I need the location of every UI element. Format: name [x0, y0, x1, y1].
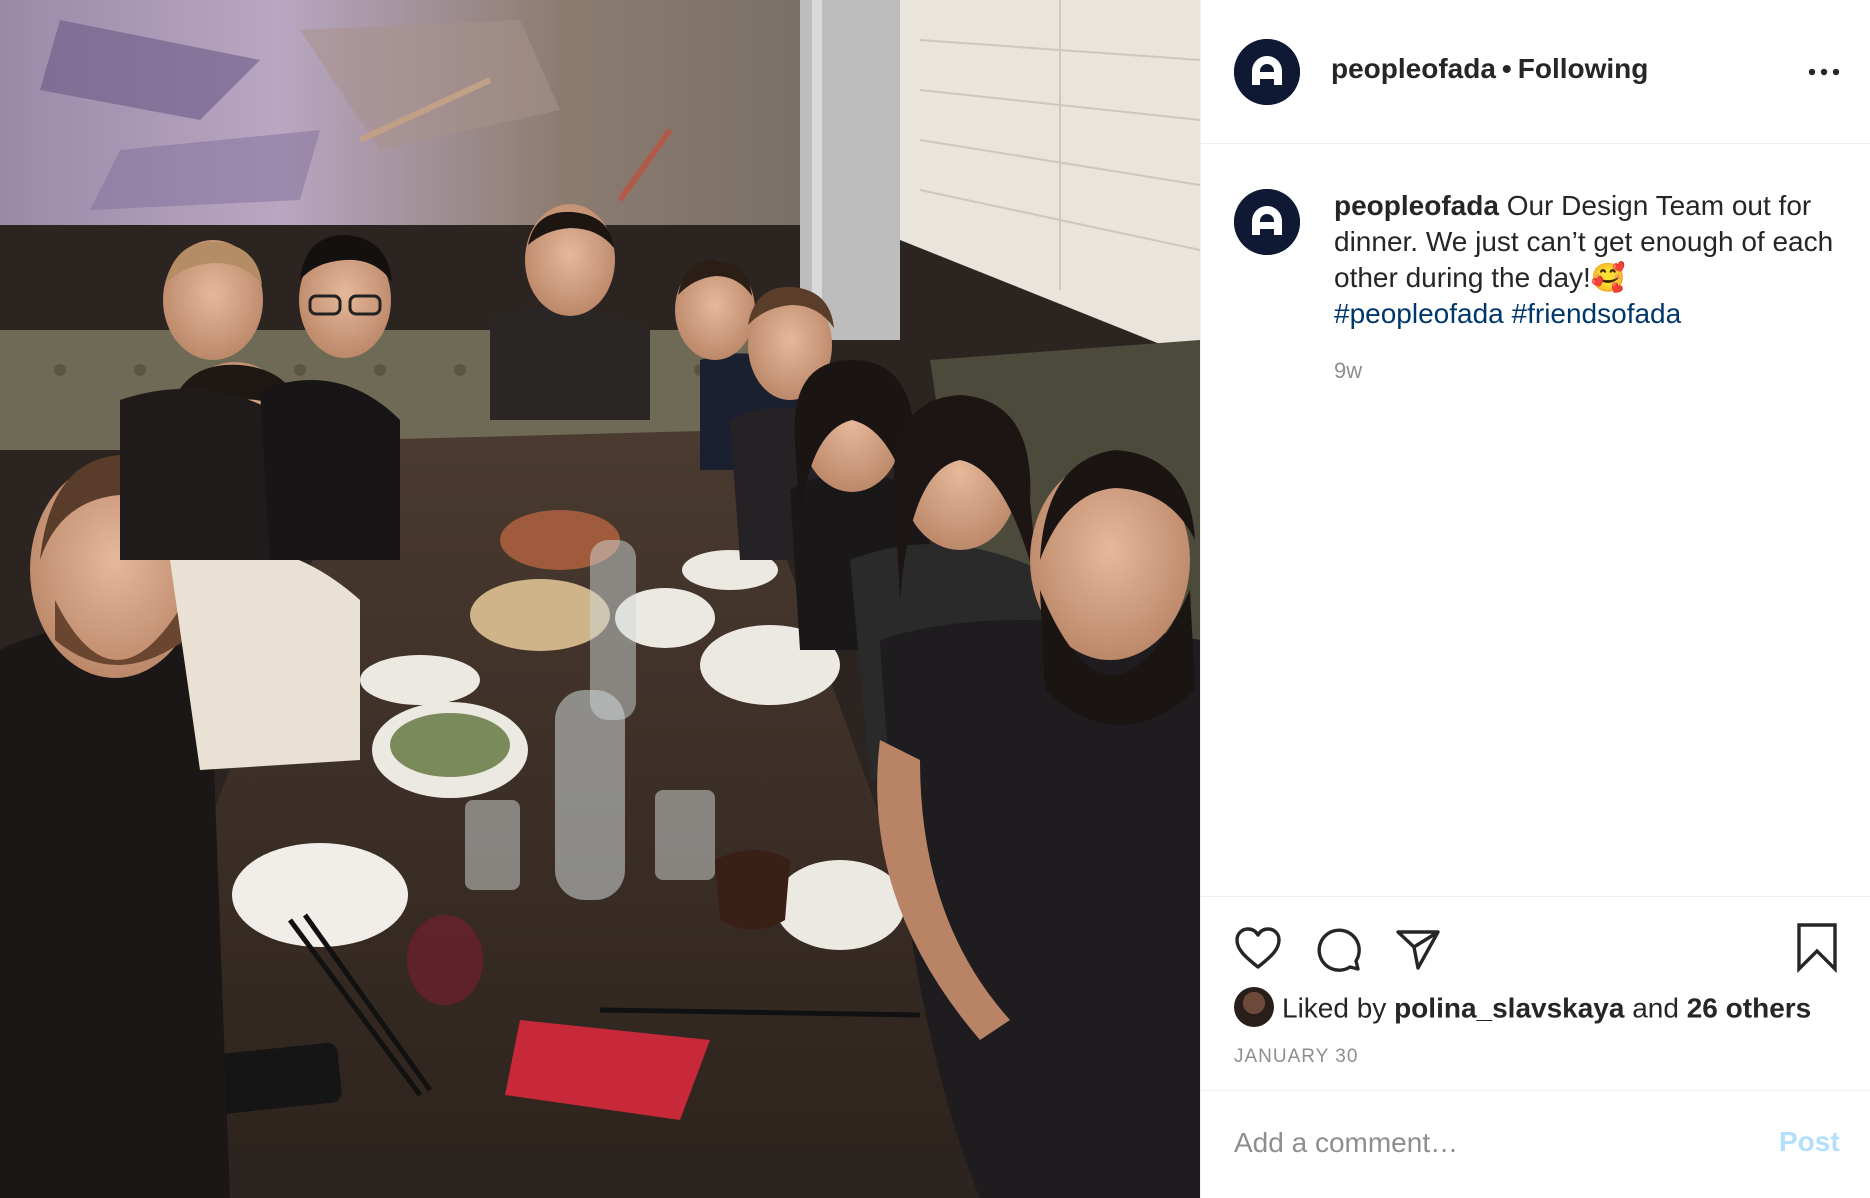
- likes-summary: Liked by polina_slavskaya and 26 others: [1234, 987, 1812, 1030]
- comment-icon: [1317, 928, 1361, 972]
- comment-input[interactable]: [1234, 1121, 1734, 1165]
- hashtag-link[interactable]: #peopleofada: [1334, 298, 1504, 329]
- instagram-post: peopleofada • Following peopleofada Our De…: [0, 0, 1870, 1198]
- save-button[interactable]: [1791, 921, 1843, 973]
- header-user-line: peopleofada • Following: [1331, 53, 1648, 85]
- liker-username[interactable]: polina_slavskaya: [1394, 992, 1624, 1023]
- post-side-panel: peopleofada • Following peopleofada Our De…: [1200, 0, 1870, 1198]
- share-button[interactable]: [1392, 923, 1444, 975]
- likes-prefix: Liked by: [1282, 992, 1387, 1024]
- caption-username[interactable]: peopleofada: [1334, 190, 1499, 221]
- post-actions: Liked by polina_slavskaya and 26 others …: [1201, 896, 1870, 1090]
- post-header: peopleofada • Following: [1201, 0, 1870, 144]
- bookmark-icon: [1797, 923, 1837, 973]
- caption-avatar[interactable]: [1234, 189, 1300, 255]
- comment-button[interactable]: [1312, 923, 1364, 975]
- post-photo[interactable]: [0, 0, 1200, 1198]
- hashtag-link[interactable]: #friendsofada: [1512, 298, 1682, 329]
- share-icon: [1396, 930, 1440, 970]
- dinner-group-photo: [0, 0, 1200, 1198]
- heart-icon: [1235, 927, 1281, 969]
- post-comment-button[interactable]: Post: [1779, 1126, 1840, 1158]
- ada-logo-icon: [1234, 189, 1300, 255]
- likes-others-link[interactable]: 26 others: [1687, 992, 1812, 1023]
- comment-bar: Post: [1201, 1090, 1870, 1198]
- more-options-icon[interactable]: [1806, 60, 1842, 84]
- header-separator: •: [1501, 53, 1512, 84]
- post-date[interactable]: JANUARY 30: [1234, 1046, 1358, 1068]
- liker-avatar[interactable]: [1234, 987, 1274, 1027]
- follow-status-button[interactable]: Following: [1518, 53, 1649, 84]
- like-button[interactable]: [1232, 923, 1284, 975]
- profile-avatar[interactable]: [1234, 39, 1300, 105]
- caption-text: peopleofada Our Design Team out for dinn…: [1334, 188, 1834, 332]
- header-username[interactable]: peopleofada: [1331, 53, 1496, 84]
- caption-age: 9w: [1334, 358, 1363, 383]
- ada-logo-icon: [1234, 39, 1300, 105]
- likes-and: and: [1632, 992, 1679, 1024]
